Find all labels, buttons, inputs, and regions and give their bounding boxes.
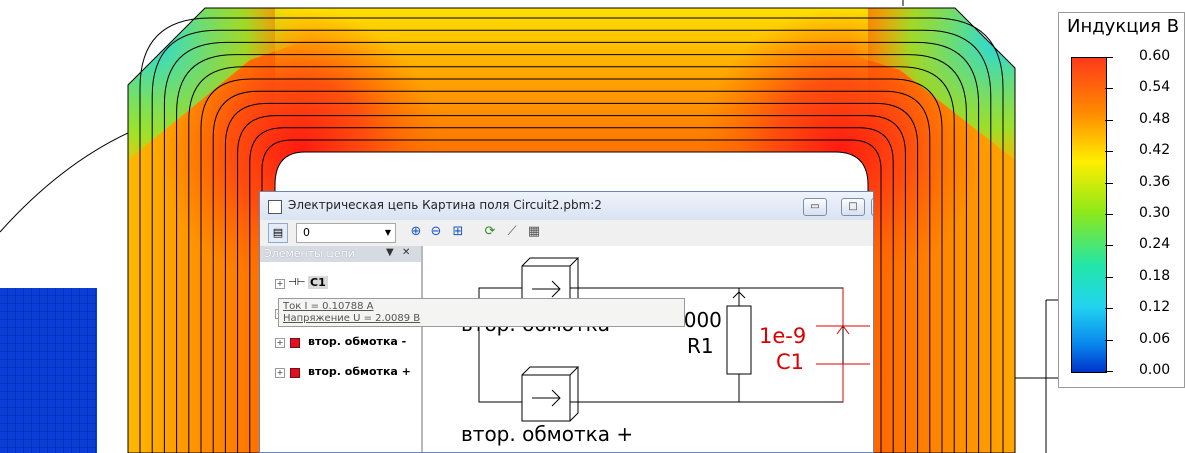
plot-icon[interactable]: ⟋ [504,224,520,240]
legend-label: 0.06 [1139,330,1171,347]
panel-header: Элементы цепи ▼ ✕ [260,246,421,262]
panel-title: Элементы цепи [264,247,355,260]
minimize-button[interactable]: ▭ [803,198,827,216]
table-icon[interactable]: ▦ [526,224,542,240]
coil-icon [288,336,302,348]
legend-label: 0.54 [1139,79,1171,96]
combo-value: 0 [303,226,310,239]
legend-label: 0.30 [1139,205,1171,221]
chevron-down-icon[interactable]: ▼ [381,224,395,242]
legend-tick [1105,57,1113,58]
legend-label: 0.42 [1139,142,1171,159]
legend-label: 0.24 [1139,236,1171,253]
window-titlebar[interactable]: Электрическая цепь Картина поля Circuit2… [260,192,873,220]
refresh-icon[interactable]: ⟳ [482,224,498,240]
legend-label: 0.48 [1139,110,1171,127]
legend-tick [1105,88,1113,90]
resistor-name: R1 [687,334,714,358]
tree-item-label: C1 [308,276,328,289]
window-title: Электрическая цепь Картина поля Circuit2… [288,198,602,212]
coil-plus-label: втор. обмотка + [461,422,634,446]
legend-tick [1105,151,1113,153]
legend-panel: Индукция B 0.60 0.54 0.48 0.42 0.36 0.30 0.24 0… [1058,12,1185,388]
tooltip-voltage: Напряжение U = 2.0089 B [283,313,421,324]
coil-mesh [0,288,97,453]
legend-colorbar [1071,57,1107,373]
legend-tick [1105,214,1113,215]
capacitor-value: 1e-9 [759,324,807,348]
panel-menu-icon[interactable]: ▼ [386,247,394,258]
legend-tick [1105,276,1113,278]
layout-toggle-icon[interactable]: ▤ [268,223,288,243]
tree-item-label: втор. обмотка - [308,335,407,348]
tooltip: Ток I = 0.10788 A Напряжение U = 2.0089 … [278,298,685,327]
legend-label: 0.18 [1139,267,1171,284]
zoom-fit-icon[interactable]: ⊞ [450,224,466,240]
circuit-canvas[interactable]: втор. обмотка - 1000 R1 1e-9 C1 втор. об… [422,246,873,452]
close-button[interactable]: ✕ [871,198,873,216]
expand-icon[interactable]: + [275,338,285,348]
time-step-combo[interactable]: 0 ▼ [296,223,396,243]
coil-icon [288,366,302,378]
legend-label: 0.12 [1139,299,1171,316]
zoom-in-icon[interactable]: ⊕ [408,224,424,240]
legend-tick [1105,182,1113,184]
tree-item-label: втор. обмотка + [308,365,411,378]
tooltip-current: Ток I = 0.10788 A [283,301,374,312]
legend-label: 0.36 [1139,173,1171,190]
expand-icon[interactable]: + [275,368,285,378]
legend-label: 0.60 [1139,48,1171,64]
legend-tick [1105,119,1113,121]
maximize-button[interactable]: □ [841,198,865,216]
elements-panel: Элементы цепи ▼ ✕ + ⊣⊢ C1 + ─▭ R1 + втор… [260,246,422,452]
panel-close-icon[interactable]: ✕ [402,247,410,258]
legend-tick [1105,339,1113,341]
zoom-out-icon[interactable]: ⊖ [428,224,444,240]
legend-tick [1105,245,1113,247]
window-toolbar: ▤ 0 ▼ ⊕ ⊖ ⊞ ⟳ ⟋ ▦ [260,220,873,244]
legend-label: 0.00 [1139,362,1171,378]
capacitor-icon: ⊣⊢ [288,277,306,288]
expand-icon[interactable]: + [275,279,285,289]
window-app-icon [268,200,282,214]
capacitor-name: C1 [776,350,805,374]
legend-tick [1105,308,1113,310]
legend-title: Индукция B [1067,16,1180,37]
legend-tick [1105,371,1113,372]
